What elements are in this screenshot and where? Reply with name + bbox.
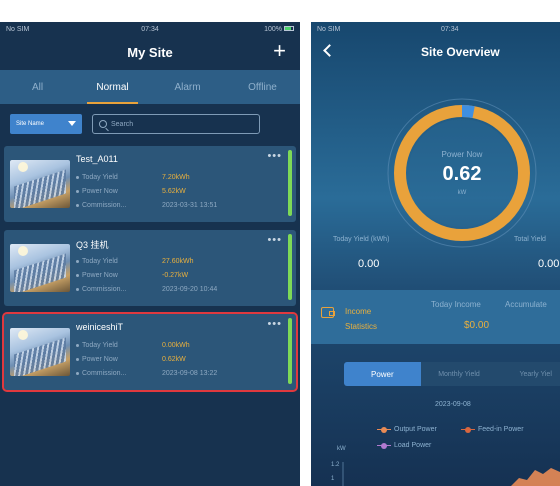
search-icon <box>99 120 107 128</box>
today-income-value: $0.00 <box>464 320 490 331</box>
gauge-value: 0.62 <box>442 163 482 185</box>
legend-marker <box>377 426 391 433</box>
tab-alarm[interactable]: Alarm <box>150 70 225 104</box>
status-bar-indicator <box>288 150 292 216</box>
legend-marker <box>377 442 391 449</box>
more-icon[interactable]: ••• <box>267 318 282 330</box>
gauge-unit: kW <box>457 190 467 196</box>
tab-power[interactable]: Power <box>344 362 421 386</box>
page-header: My Site + <box>0 36 300 68</box>
carrier-label: No SIM <box>317 25 341 33</box>
site-name: Test_A011 <box>76 154 118 164</box>
today-yield-value: 0.00 <box>358 258 380 270</box>
tab-offline[interactable]: Offline <box>225 70 300 104</box>
page-title: Site Overview <box>421 45 500 59</box>
my-site-screen: No SIM 07:34 100% My Site + All Normal A… <box>0 22 300 486</box>
chevron-down-icon <box>68 121 76 126</box>
total-yield-label: Total Yield <box>514 236 546 243</box>
commission-row: Commission... 2023-03-31 13:51 <box>76 202 217 209</box>
total-yield-value: 0.00 <box>538 258 560 270</box>
power-now-row: Power Now -0.27kW <box>76 272 188 279</box>
income-title: Income Statistics <box>345 307 378 331</box>
gauge-readout: Power Now 0.62 kW <box>385 96 539 250</box>
more-icon[interactable]: ••• <box>267 150 282 162</box>
legend-marker <box>461 426 475 433</box>
status-bar: No SIM 07:34 <box>311 22 560 36</box>
site-thumbnail <box>10 160 70 208</box>
legend-load-power[interactable]: Load Power <box>377 442 431 449</box>
search-input[interactable]: Search <box>92 114 260 134</box>
plus-icon[interactable]: + <box>273 40 286 62</box>
status-bar-indicator <box>288 234 292 300</box>
commission-row: Commission... 2023-09-20 10:44 <box>76 286 217 293</box>
battery-icon <box>284 26 294 32</box>
site-name: weiniceshiT <box>76 322 124 332</box>
back-icon[interactable] <box>323 44 336 57</box>
chart-date[interactable]: 2023-09-08 <box>435 401 471 408</box>
battery-indicator: 100% <box>264 26 294 33</box>
commission-row: Commission... 2023-09-08 13:22 <box>76 370 217 377</box>
site-name: Q3 挂机 <box>76 240 109 250</box>
accumulated-income-label: Accumulate <box>505 300 547 309</box>
clock: 07:34 <box>441 25 459 33</box>
legend-output-power[interactable]: Output Power <box>377 426 437 433</box>
today-income-label: Today Income <box>431 300 481 309</box>
status-bar: No SIM 07:34 100% <box>0 22 300 36</box>
chart-segment-control: Power Monthly Yield Yearly Yiel <box>344 362 560 386</box>
clock: 07:34 <box>141 25 159 33</box>
site-card[interactable]: Test_A011 ••• Today Yield 7.20kWh Power N… <box>4 146 296 222</box>
power-chart-plot <box>342 462 560 486</box>
today-yield-label: Today Yield (kWh) <box>333 236 390 243</box>
power-now-row: Power Now 5.62kW <box>76 188 186 195</box>
power-now-row: Power Now 0.62kW <box>76 356 186 363</box>
tab-normal[interactable]: Normal <box>75 70 150 104</box>
page-title: My Site <box>127 44 173 60</box>
more-icon[interactable]: ••• <box>267 234 282 246</box>
carrier-label: No SIM <box>6 25 30 33</box>
site-thumbnail <box>10 328 70 376</box>
filter-row: Site Name Search <box>10 114 260 134</box>
wallet-icon <box>321 307 335 318</box>
search-placeholder: Search <box>111 120 134 128</box>
today-yield-row: Today Yield 0.00kWh <box>76 342 190 349</box>
legend-feed-in-power[interactable]: Feed-in Power <box>461 426 524 433</box>
site-name-select[interactable]: Site Name <box>10 114 82 134</box>
site-overview-screen: No SIM 07:34 Site Overview Power Now 0.6… <box>311 22 560 486</box>
tab-yearly-yield[interactable]: Yearly Yiel <box>497 362 560 386</box>
output-power-area <box>511 468 560 486</box>
site-thumbnail <box>10 244 70 292</box>
site-card-selected[interactable]: weiniceshiT ••• Today Yield 0.00kWh Power… <box>2 312 298 392</box>
tab-monthly-yield[interactable]: Monthly Yield <box>421 362 498 386</box>
status-tabs: All Normal Alarm Offline <box>0 70 300 104</box>
today-yield-row: Today Yield 7.20kWh <box>76 174 190 181</box>
status-bar-indicator <box>288 318 292 384</box>
tab-all[interactable]: All <box>0 70 75 104</box>
gauge-label: Power Now <box>441 150 483 159</box>
page-header: Site Overview <box>311 36 560 68</box>
site-card[interactable]: Q3 挂机 ••• Today Yield 27.60kWh Power Now -… <box>4 230 296 306</box>
power-gauge: Power Now 0.62 kW <box>385 96 539 250</box>
income-statistics-panel[interactable]: Income Statistics Today Income $0.00 Acc… <box>311 290 560 344</box>
today-yield-row: Today Yield 27.60kWh <box>76 258 194 265</box>
